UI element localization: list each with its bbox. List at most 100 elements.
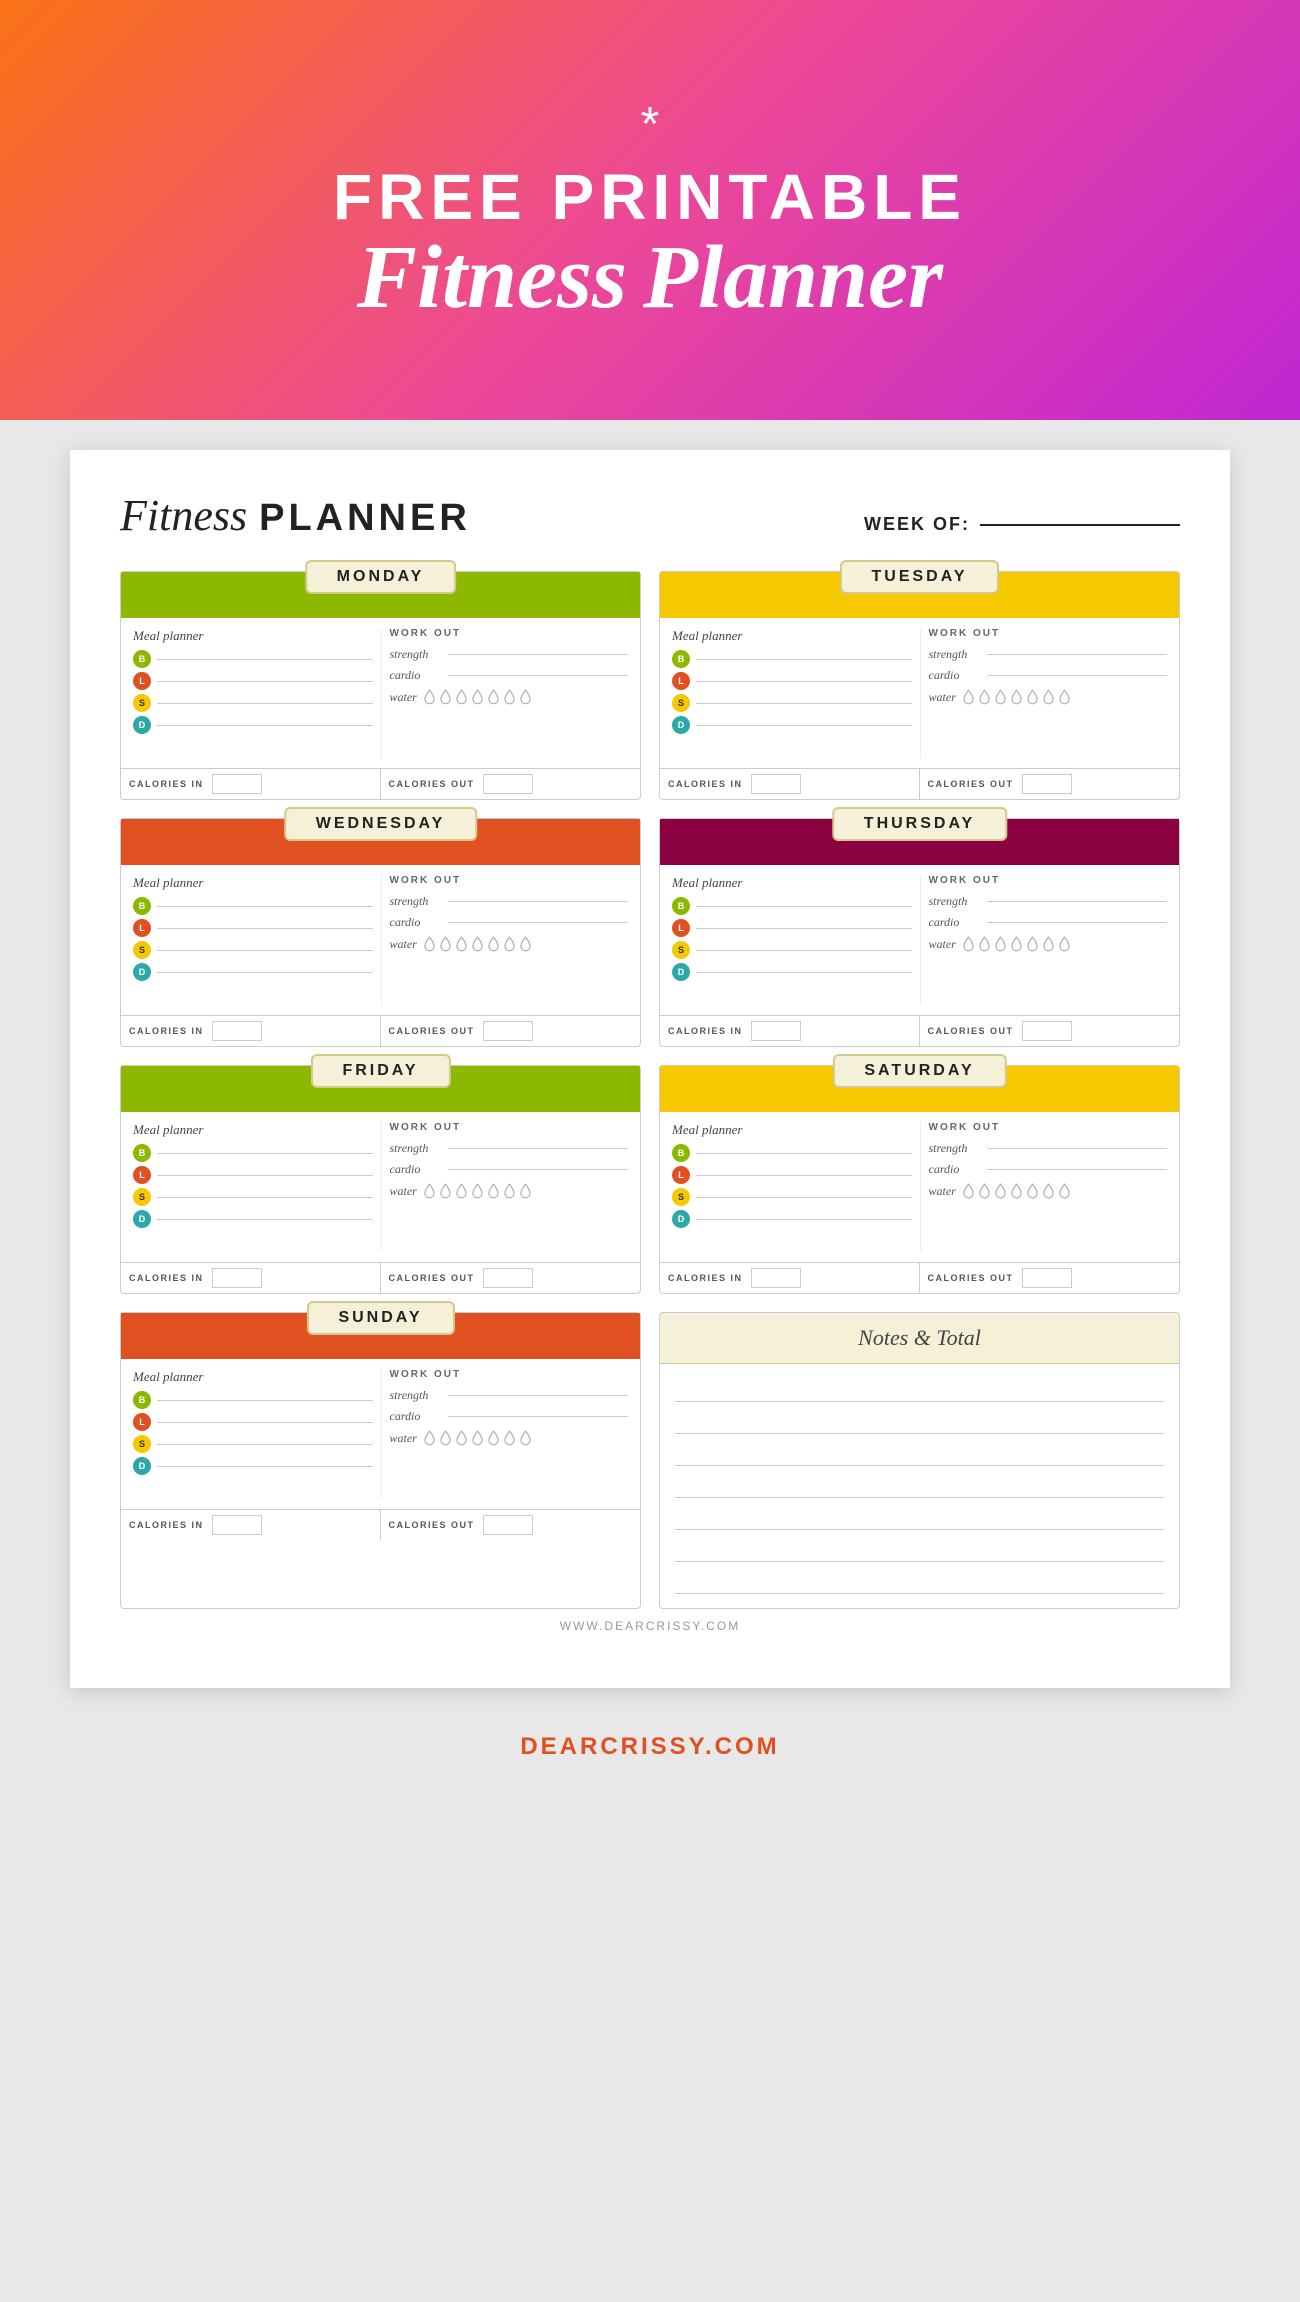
meal-circle-s-sun: S (133, 1435, 151, 1453)
drop7 (519, 689, 532, 705)
meal-row-l-monday: L (133, 672, 373, 690)
workout-label-monday: WORK OUT (390, 628, 629, 639)
meal-circle-s-tue: S (672, 694, 690, 712)
drop4 (471, 689, 484, 705)
workout-label-tuesday: WORK OUT (929, 628, 1168, 639)
notes-header: Notes & Total (660, 1313, 1179, 1364)
cal-out-label: CALORIES OUT (389, 779, 475, 789)
workout-cardio-line (448, 675, 629, 676)
cal-out-box[interactable] (483, 774, 533, 794)
water-drops-monday (423, 689, 532, 705)
workout-strength-line (448, 654, 629, 655)
meal-circle-s-wed: S (133, 941, 151, 959)
day-body-thursday: Meal planner B L S D WORK OUT strength c… (660, 865, 1179, 1005)
calories-row-saturday: CALORIES IN CALORIES OUT (660, 1262, 1179, 1293)
day-header-friday: FRIDAY (121, 1066, 640, 1112)
day-body-saturday: Meal planner B L S D WORK OUT strength c… (660, 1112, 1179, 1252)
meal-circle-d-tue: D (672, 716, 690, 734)
cal-out-monday: CALORIES OUT (381, 769, 641, 799)
cal-in-label: CALORIES IN (129, 779, 204, 789)
notes-line-2[interactable] (675, 1406, 1164, 1434)
fitness-planner-document: Fitness PLANNER WEEK OF: MONDAY Meal pla… (70, 450, 1230, 1688)
meal-line-b (157, 659, 373, 660)
day-body-monday: Meal planner B L S D (121, 618, 640, 758)
meal-circle-s-thu: S (672, 941, 690, 959)
cal-out-label-sat: CALORIES OUT (928, 1273, 1014, 1283)
day-card-friday: FRIDAY Meal planner B L S D WORK OUT str… (120, 1065, 641, 1294)
workout-strength-monday: strength (390, 647, 629, 662)
meal-circle-b-sat: B (672, 1144, 690, 1162)
cal-out-label-wed: CALORIES OUT (389, 1026, 475, 1036)
day-label-monday: MONDAY (305, 560, 457, 594)
cal-out-label-tue: CALORIES OUT (928, 779, 1014, 789)
doc-footer: WWW.DEARCRISSY.COM (120, 1609, 1180, 1638)
day-card-saturday: SATURDAY Meal planner B L S D WORK OUT s… (659, 1065, 1180, 1294)
bottom-row: SUNDAY Meal planner B L S D WORK OUT str… (120, 1312, 1180, 1609)
drop2 (439, 689, 452, 705)
meal-circle-b-sun: B (133, 1391, 151, 1409)
notes-line-7[interactable] (675, 1566, 1164, 1594)
meal-section-tuesday: Meal planner B L S D (672, 628, 920, 758)
meal-circle-d-wed: D (133, 963, 151, 981)
meal-circle-b-fri: B (133, 1144, 151, 1162)
meal-circle-d-sun: D (133, 1457, 151, 1475)
doc-week-of: WEEK OF: (864, 514, 1180, 535)
notes-line-4[interactable] (675, 1470, 1164, 1498)
day-label-friday: FRIDAY (310, 1054, 450, 1088)
meal-row-s-monday: S (133, 694, 373, 712)
day-body-tuesday: Meal planner B L S D WORK OUT strength c… (660, 618, 1179, 758)
notes-line-5[interactable] (675, 1502, 1164, 1530)
cal-in-monday: CALORIES IN (121, 769, 381, 799)
drop6 (503, 689, 516, 705)
drop3 (455, 689, 468, 705)
meal-circle-d-fri: D (133, 1210, 151, 1228)
doc-header: Fitness PLANNER WEEK OF: (120, 490, 1180, 541)
day-body-wednesday: Meal planner B L S D WORK OUT strength c… (121, 865, 640, 1005)
meal-circle-d-thu: D (672, 963, 690, 981)
cal-in-label-thu: CALORIES IN (668, 1026, 743, 1036)
meal-circle-l-tue: L (672, 672, 690, 690)
meal-circle-l-sun: L (133, 1413, 151, 1431)
day-body-sunday: Meal planner B L S D WORK OUT strength c… (121, 1359, 640, 1499)
day-card-tuesday: TUESDAY Meal planner B L S D WORK OUT st… (659, 571, 1180, 800)
notes-line-6[interactable] (675, 1534, 1164, 1562)
notes-card: Notes & Total (659, 1312, 1180, 1609)
meal-circle-s: S (133, 694, 151, 712)
workout-cardio-text: cardio (390, 668, 448, 683)
workout-section-tuesday: WORK OUT strength cardio water (920, 628, 1168, 758)
calories-row-friday: CALORIES IN CALORIES OUT (121, 1262, 640, 1293)
meal-label-monday: Meal planner (133, 628, 373, 644)
notes-body (660, 1364, 1179, 1608)
meal-line-l (157, 681, 373, 682)
meal-circle-l-sat: L (672, 1166, 690, 1184)
cal-in-box[interactable] (212, 774, 262, 794)
water-text-monday: water (390, 690, 417, 705)
website-text: WWW.DEARCRISSY.COM (560, 1619, 740, 1633)
day-card-sunday: SUNDAY Meal planner B L S D WORK OUT str… (120, 1312, 641, 1609)
site-footer: DEARCRISSY.COM (520, 1718, 779, 1781)
meal-circle-s-sat: S (672, 1188, 690, 1206)
cal-out-label-sun: CALORIES OUT (389, 1520, 475, 1530)
day-card-wednesday: WEDNESDAY Meal planner B L S D WORK OUT … (120, 818, 641, 1047)
cal-out-label-thu: CALORIES OUT (928, 1026, 1014, 1036)
meal-circle-l-fri: L (133, 1166, 151, 1184)
calories-row-sunday: CALORIES IN CALORIES OUT (121, 1509, 640, 1540)
day-label-sunday: SUNDAY (306, 1301, 454, 1335)
header-fitness-text: Fitness (357, 233, 627, 323)
meal-circle-l: L (133, 672, 151, 690)
cal-in-label-tue: CALORIES IN (668, 779, 743, 789)
header-banner: * FREE PRINTABLE Fitness Planner (0, 0, 1300, 420)
day-label-wednesday: WEDNESDAY (284, 807, 478, 841)
days-grid: MONDAY Meal planner B L S (120, 571, 1180, 1294)
water-row-monday: water (390, 689, 629, 705)
notes-line-3[interactable] (675, 1438, 1164, 1466)
notes-title: Notes & Total (858, 1325, 981, 1350)
meal-section-monday: Meal planner B L S D (133, 628, 381, 758)
meal-circle-d: D (133, 716, 151, 734)
notes-line-1[interactable] (675, 1374, 1164, 1402)
workout-cardio-monday: cardio (390, 668, 629, 683)
brand-text: DEARCRISSY.COM (520, 1733, 779, 1760)
week-of-label: WEEK OF: (864, 514, 970, 535)
meal-row-b-monday: B (133, 650, 373, 668)
day-header-wednesday: WEDNESDAY (121, 819, 640, 865)
